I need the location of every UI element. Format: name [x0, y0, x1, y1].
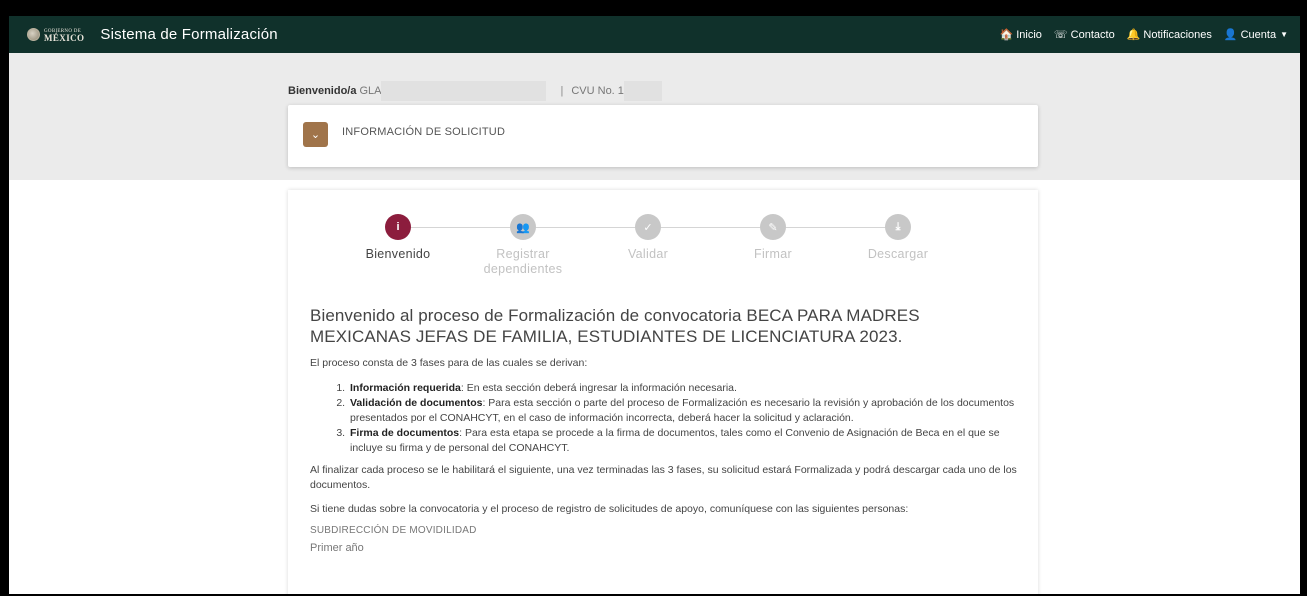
solicitud-info-panel: ⌄ INFORMACIÓN DE SOLICITUD — [288, 105, 1038, 167]
welcome-line: Bienvenido/a GLA | CVU No. 1 — [288, 81, 662, 101]
step-label: Descargar — [867, 247, 929, 261]
panel-title[interactable]: INFORMACIÓN DE SOLICITUD — [342, 126, 505, 138]
progress-stepper: i Bienvenido 👥 Registrar dependientes ✓ … — [338, 214, 958, 277]
app-title[interactable]: Sistema de Formalización — [100, 26, 277, 43]
nav-contacto-label: Contacto — [1070, 28, 1115, 41]
download-icon: ⤓ — [885, 214, 911, 240]
contact-text: Si tiene dudas sobre la convocatoria y e… — [310, 503, 909, 515]
nav-contacto[interactable]: ☏ Contacto — [1053, 28, 1115, 42]
chevron-down-icon: ⌄ — [310, 129, 321, 141]
step-firmar[interactable]: ✎ Firmar — [713, 214, 833, 262]
welcome-label: Bienvenido/a — [288, 85, 357, 97]
redacted-name — [381, 81, 547, 101]
check-icon: ✓ — [635, 214, 661, 240]
government-logo[interactable]: GOBIERNO DE MÉXICO — [27, 28, 84, 42]
redacted-cvu — [623, 81, 662, 101]
formalization-card: i Bienvenido 👥 Registrar dependientes ✓ … — [288, 190, 1038, 594]
header-band: Bienvenido/a GLA | CVU No. 1 ⌄ INFORMACI… — [9, 53, 1300, 180]
finish-text: Al finalizar cada proceso se le habilita… — [310, 464, 1017, 491]
list-item: Firma de documentos: Para esta etapa se … — [348, 426, 1020, 456]
step-registrar-dependientes[interactable]: 👥 Registrar dependientes — [463, 214, 583, 277]
users-icon: 👥 — [510, 214, 536, 240]
nav-cuenta-dropdown[interactable]: 👤 Cuenta ▼ — [1223, 28, 1288, 42]
screen-frame: GOBIERNO DE MÉXICO Sistema de Formalizac… — [0, 0, 1307, 596]
nav-inicio-label: Inicio — [1016, 28, 1042, 41]
list-item: Información requerida: En esta sección d… — [348, 381, 1020, 396]
step-bienvenido[interactable]: i Bienvenido — [338, 214, 458, 262]
top-navbar: GOBIERNO DE MÉXICO Sistema de Formalizac… — [9, 16, 1300, 53]
bell-icon: 🔔 — [1126, 29, 1141, 41]
step-validar[interactable]: ✓ Validar — [588, 214, 708, 262]
step-label: Registrar dependientes — [483, 247, 563, 276]
national-seal-icon — [27, 28, 40, 41]
list-item: Validación de documentos: Para esta secc… — [348, 396, 1020, 426]
contact-icon: ☏ — [1053, 29, 1068, 41]
pencil-icon: ✎ — [760, 214, 786, 240]
nav-inicio[interactable]: 🏠 Inicio — [999, 28, 1042, 42]
home-icon: 🏠 — [999, 29, 1014, 41]
nav-notificaciones-label: Notificaciones — [1143, 28, 1212, 41]
step-label: Firmar — [754, 247, 792, 261]
subdireccion-label: SUBDIRECCIÓN DE MOVIDILIDAD — [310, 525, 477, 536]
welcome-content: Bienvenido al proceso de Formalización d… — [310, 305, 1020, 554]
expand-chevron-button[interactable]: ⌄ — [303, 122, 328, 147]
page-title: Bienvenido al proceso de Formalización d… — [310, 306, 920, 346]
intro-text: El proceso consta de 3 fases para de las… — [310, 357, 588, 369]
step-label: Bienvenido — [365, 247, 431, 261]
nav-notificaciones[interactable]: 🔔 Notificaciones — [1126, 28, 1212, 42]
cvu-label: CVU No. 1 — [571, 85, 624, 97]
step-label: Validar — [627, 247, 669, 261]
step-descargar[interactable]: ⤓ Descargar — [838, 214, 958, 262]
info-icon: i — [385, 214, 411, 240]
logo-big-text: MÉXICO — [44, 32, 85, 43]
user-icon: 👤 — [1223, 29, 1238, 41]
separator: | — [560, 85, 564, 97]
browser-window: GOBIERNO DE MÉXICO Sistema de Formalizac… — [9, 16, 1300, 594]
nav-links: 🏠 Inicio ☏ Contacto 🔔 Notificaciones 👤 C… — [1000, 16, 1288, 53]
nav-cuenta-label: Cuenta — [1240, 28, 1277, 41]
phases-list: Información requerida: En esta sección d… — [310, 381, 1020, 456]
user-name-partial: GLA — [359, 85, 382, 97]
year-label: Primer año — [310, 542, 364, 554]
caret-down-icon: ▼ — [1280, 30, 1288, 39]
